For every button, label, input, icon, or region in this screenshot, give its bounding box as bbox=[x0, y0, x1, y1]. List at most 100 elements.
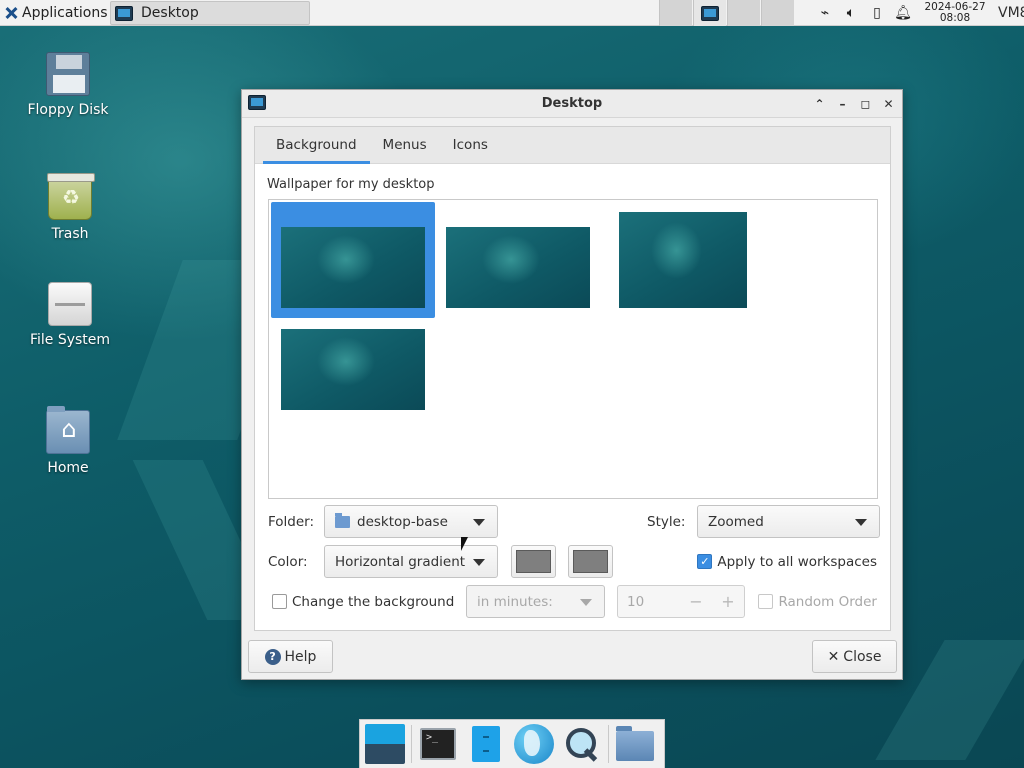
help-button[interactable]: ? Help bbox=[248, 640, 333, 673]
tab-menus[interactable]: Menus bbox=[370, 127, 440, 164]
desktop-icon-label: Trash bbox=[51, 226, 89, 242]
notification-bell-icon[interactable]: 🔔︎ bbox=[890, 0, 916, 26]
color-2-button[interactable] bbox=[568, 545, 613, 578]
chevron-down-icon bbox=[855, 519, 867, 526]
home-folder-icon bbox=[46, 406, 91, 454]
terminal-button[interactable]: >_ bbox=[416, 722, 460, 766]
maximize-button[interactable]: ◻ bbox=[856, 94, 875, 113]
battery-icon[interactable]: ▯ bbox=[864, 0, 890, 26]
mouse-cursor bbox=[461, 537, 468, 551]
random-order-label[interactable]: Random Order bbox=[778, 594, 877, 610]
desktop-icon-label: Home bbox=[47, 460, 89, 476]
folder-combo[interactable]: desktop-base bbox=[324, 505, 498, 538]
apply-all-workspaces-checkbox[interactable]: ✓ bbox=[697, 554, 713, 569]
clock[interactable]: 2024-06-27 08:08 bbox=[916, 2, 994, 24]
style-combo[interactable]: Zoomed bbox=[697, 505, 880, 538]
window-controls: ⌃ – ◻ ✕ bbox=[810, 94, 898, 113]
wallpaper-thumbnail[interactable] bbox=[281, 329, 425, 410]
help-button-label: Help bbox=[284, 648, 317, 665]
desktop-icon-floppy-disk[interactable]: Floppy Disk bbox=[18, 52, 118, 118]
minimize-button[interactable]: – bbox=[833, 94, 852, 113]
desktop-icon-trash[interactable]: Trash bbox=[20, 173, 120, 242]
interval-value: 10 bbox=[627, 593, 645, 610]
file-manager-icon bbox=[472, 726, 500, 762]
close-button[interactable]: ✕ Close bbox=[812, 640, 897, 673]
tab-frame: Background Menus Icons Wallpaper for my … bbox=[254, 126, 891, 631]
monitor-icon bbox=[248, 95, 266, 110]
tab-bar: Background Menus Icons bbox=[255, 127, 890, 164]
chevron-down-icon bbox=[473, 519, 485, 526]
taskbar-window-title: Desktop bbox=[141, 5, 199, 21]
color-1-swatch bbox=[516, 550, 551, 573]
applications-label: Applications bbox=[22, 4, 108, 21]
bottom-dock: >_ bbox=[359, 719, 665, 768]
color-mode-value: Horizontal gradient bbox=[335, 553, 466, 570]
apply-all-workspaces-label[interactable]: Apply to all workspaces bbox=[717, 554, 877, 570]
file-manager-button[interactable] bbox=[464, 722, 508, 766]
dock-separator bbox=[411, 725, 412, 763]
close-button-label: Close bbox=[843, 648, 882, 665]
change-background-checkbox[interactable] bbox=[272, 594, 287, 609]
volume-icon[interactable]: 🔈︎ bbox=[838, 0, 864, 26]
chevron-down-icon bbox=[473, 559, 485, 566]
show-desktop-button[interactable] bbox=[363, 722, 407, 766]
web-browser-button[interactable] bbox=[512, 722, 556, 766]
taskbar-window-button[interactable]: Desktop bbox=[110, 1, 310, 25]
random-order-checkbox[interactable] bbox=[758, 594, 774, 609]
monitor-icon bbox=[701, 5, 719, 21]
close-icon: ✕ bbox=[827, 648, 840, 665]
trash-icon bbox=[47, 173, 95, 220]
tab-icons[interactable]: Icons bbox=[440, 127, 501, 164]
help-icon: ? bbox=[264, 648, 281, 665]
increment-button[interactable]: + bbox=[712, 592, 744, 611]
dialog-title: Desktop bbox=[541, 96, 603, 111]
interval-spinbox[interactable]: 10 − + bbox=[617, 585, 745, 618]
color-mode-combo[interactable]: Horizontal gradient bbox=[324, 545, 498, 578]
workspace-1[interactable] bbox=[659, 0, 692, 26]
folder-value: desktop-base bbox=[357, 513, 448, 530]
color-1-button[interactable] bbox=[511, 545, 556, 578]
folder-icon bbox=[616, 726, 654, 761]
workspace-3[interactable] bbox=[727, 0, 760, 26]
xfce-logo-icon bbox=[4, 6, 18, 20]
floppy-disk-icon bbox=[46, 52, 90, 96]
desktop-icon-label: Floppy Disk bbox=[27, 102, 109, 118]
network-icon[interactable]: ⌁ bbox=[812, 0, 838, 26]
app-finder-icon bbox=[564, 726, 600, 762]
workspace-4[interactable] bbox=[761, 0, 794, 26]
folder-button[interactable] bbox=[613, 722, 657, 766]
wallpaper-thumbnail[interactable] bbox=[446, 227, 590, 308]
style-value: Zoomed bbox=[708, 513, 764, 530]
drive-icon bbox=[48, 282, 92, 326]
change-background-row: Change the background in minutes: 10 − +… bbox=[272, 585, 880, 618]
folder-icon bbox=[335, 512, 350, 528]
top-panel: Applications Desktop ⌁ 🔈︎ ▯ 🔔︎ 2024-06-2… bbox=[0, 0, 1024, 26]
tab-background[interactable]: Background bbox=[263, 127, 370, 164]
clock-time: 08:08 bbox=[939, 12, 971, 24]
dialog-titlebar[interactable]: Desktop ⌃ – ◻ ✕ bbox=[242, 90, 902, 118]
color-label: Color: bbox=[268, 553, 308, 570]
wallpaper-grid[interactable] bbox=[268, 199, 878, 499]
workspace-2[interactable] bbox=[693, 0, 726, 26]
color-2-swatch bbox=[573, 550, 608, 573]
desktop-settings-dialog: Desktop ⌃ – ◻ ✕ Background Menus Icons W… bbox=[241, 89, 903, 680]
change-background-label[interactable]: Change the background bbox=[292, 594, 466, 610]
wallpaper-thumbnail[interactable] bbox=[281, 227, 425, 308]
decrement-button[interactable]: − bbox=[680, 592, 712, 611]
close-window-button[interactable]: ✕ bbox=[879, 94, 898, 113]
applications-menu-button[interactable]: Applications bbox=[0, 0, 112, 26]
system-tray: ⌁ 🔈︎ ▯ 🔔︎ 2024-06-27 08:08 VM8 bbox=[812, 0, 1024, 26]
web-browser-icon bbox=[514, 724, 554, 764]
color-row: Color: Horizontal gradient ✓ Apply to al… bbox=[268, 545, 880, 578]
interval-unit-combo[interactable]: in minutes: bbox=[466, 585, 605, 618]
chevron-down-icon bbox=[580, 599, 592, 606]
desktop-icon-home[interactable]: Home bbox=[18, 406, 118, 476]
desktop-icon-label: File System bbox=[29, 332, 111, 348]
monitor-icon bbox=[115, 5, 133, 21]
desktop-icon-file-system[interactable]: File System bbox=[20, 282, 120, 348]
dock-separator bbox=[608, 725, 609, 763]
host-label: VM8 bbox=[998, 5, 1024, 21]
shade-button[interactable]: ⌃ bbox=[810, 94, 829, 113]
app-finder-button[interactable] bbox=[560, 722, 604, 766]
wallpaper-thumbnail[interactable] bbox=[619, 212, 747, 308]
